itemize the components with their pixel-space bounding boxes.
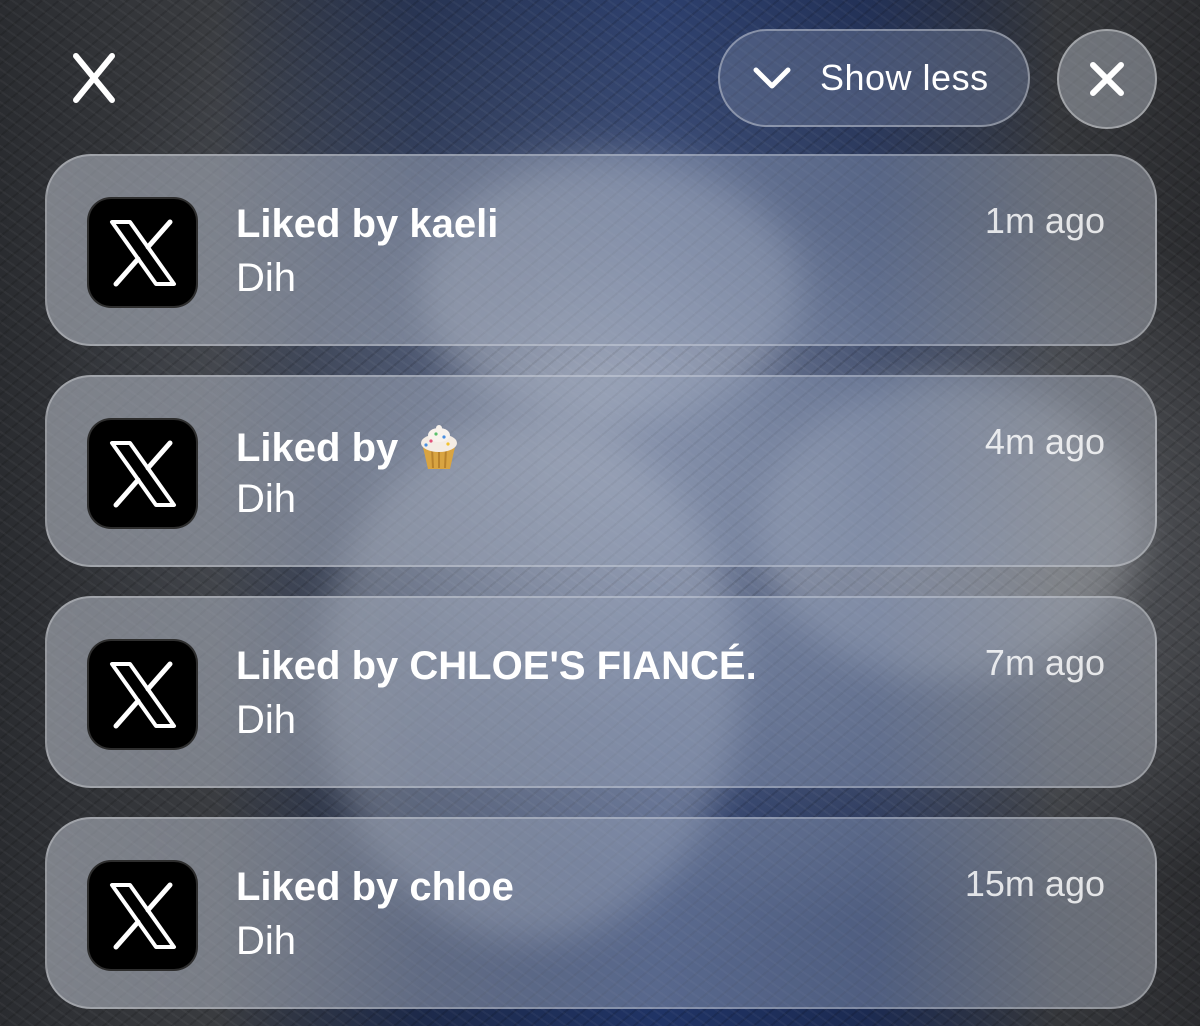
notification-title: Liked by CHLOE'S FIANCÉ. <box>236 644 757 688</box>
x-app-icon <box>87 418 198 529</box>
close-icon <box>1090 62 1124 96</box>
notification-time: 15m ago <box>964 863 1105 904</box>
x-app-icon <box>87 197 198 308</box>
notification-body: Dih <box>236 698 297 742</box>
notification-title: Liked by <box>236 423 464 473</box>
notification-body: Dih <box>236 477 297 521</box>
notification-title: Liked by kaeli <box>236 202 499 246</box>
notification-title: Liked by chloe <box>236 865 514 909</box>
notification-card[interactable]: Liked by chloe Dih 15m ago <box>45 817 1157 1009</box>
show-less-button[interactable]: Show less <box>718 29 1030 127</box>
notification-body: Dih <box>236 256 297 300</box>
x-app-icon <box>87 639 198 750</box>
chevron-down-icon <box>753 67 791 89</box>
notification-time: 7m ago <box>984 642 1105 683</box>
notification-body: Dih <box>236 919 297 963</box>
clear-notifications-button[interactable] <box>1057 29 1157 129</box>
notification-card[interactable]: Liked by CHLOE'S FIANCÉ. Dih 7m ago <box>45 596 1157 788</box>
show-less-label: Show less <box>820 57 989 98</box>
cupcake-icon <box>421 425 458 469</box>
notification-card[interactable]: Liked by Dih 4m ago <box>45 375 1157 567</box>
x-logo-icon <box>66 50 122 106</box>
notification-card[interactable]: Liked by kaeli Dih 1m ago <box>45 154 1157 346</box>
notification-time: 4m ago <box>984 421 1105 462</box>
x-app-icon <box>87 860 198 971</box>
notification-time: 1m ago <box>984 200 1105 241</box>
